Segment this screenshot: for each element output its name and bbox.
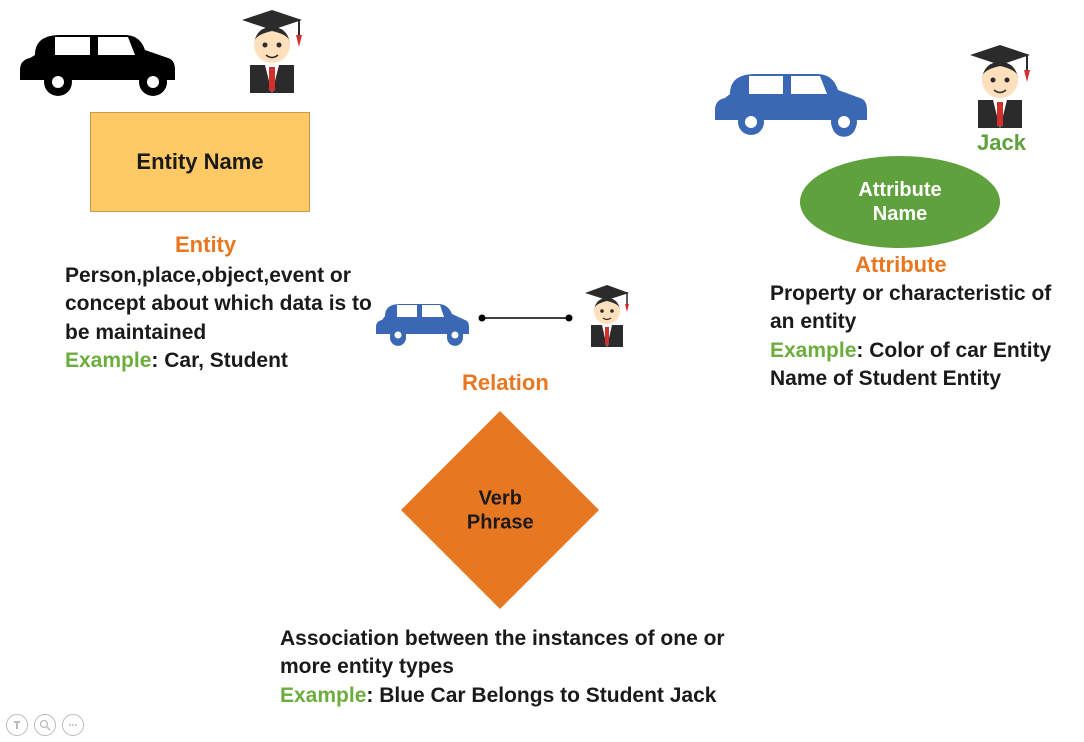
blue-car-icon: [705, 52, 870, 144]
entity-description: Person,place,object,event or concept abo…: [65, 262, 385, 375]
attribute-title: Attribute: [855, 252, 947, 278]
relation-connector-line: [478, 310, 573, 320]
relation-example-text: : Blue Car Belongs to Student Jack: [366, 684, 716, 707]
student-icon: [232, 5, 312, 95]
relation-diamond: Verb Phrase: [400, 410, 600, 610]
diamond-label-2: Phrase: [467, 511, 534, 533]
bottom-toolbar: [6, 714, 84, 736]
small-student-icon: [578, 282, 636, 348]
entity-example-label: Example: [65, 349, 151, 372]
relation-example-label: Example: [280, 684, 366, 707]
attribute-ellipse-label-2: Name: [873, 202, 927, 226]
zoom-icon[interactable]: [34, 714, 56, 736]
student-jack-icon: [960, 40, 1040, 130]
attribute-description: Property or characteristic of an entity …: [770, 280, 1070, 393]
more-icon[interactable]: [62, 714, 84, 736]
black-car-icon: [10, 10, 180, 105]
entity-rectangle: Entity Name: [90, 112, 310, 212]
attribute-ellipse: Attribute Name: [800, 156, 1000, 248]
jack-label: Jack: [977, 130, 1026, 156]
small-blue-car-icon: [370, 290, 470, 350]
entity-box-label: Entity Name: [136, 149, 263, 175]
attribute-ellipse-label-1: Attribute: [858, 178, 941, 202]
tool-icon-1[interactable]: [6, 714, 28, 736]
relation-description: Association between the instances of one…: [280, 625, 780, 710]
relation-title: Relation: [462, 370, 549, 396]
entity-title: Entity: [175, 232, 236, 258]
attribute-example-label: Example: [770, 339, 856, 362]
entity-example-text: : Car, Student: [151, 349, 288, 372]
diamond-label-1: Verb: [478, 487, 521, 509]
